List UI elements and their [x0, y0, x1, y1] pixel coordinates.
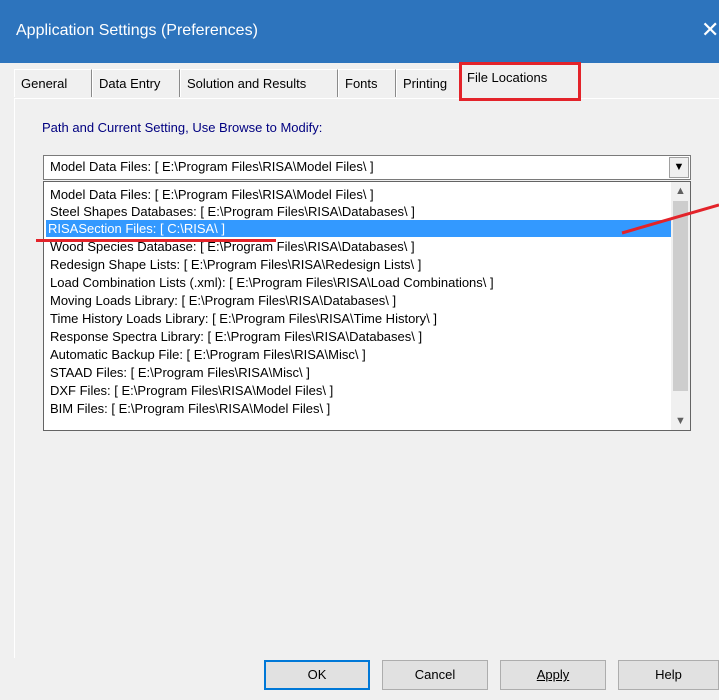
tab-solution-and-results[interactable]: Solution and Results — [180, 69, 338, 97]
list-item[interactable]: Response Spectra Library: [ E:\Program F… — [48, 328, 670, 345]
tab-data-entry[interactable]: Data Entry — [92, 69, 180, 97]
list-item[interactable]: Steel Shapes Databases: [ E:\Program Fil… — [48, 203, 670, 220]
tab-fonts[interactable]: Fonts — [338, 69, 396, 97]
list-item[interactable]: Model Data Files: [ E:\Program Files\RIS… — [48, 186, 670, 203]
tab-printing[interactable]: Printing — [396, 69, 460, 97]
list-scrollbar[interactable]: ▲ ▼ — [671, 182, 690, 430]
tab-strip: General Data Entry Solution and Results … — [14, 62, 719, 101]
tab-general[interactable]: General — [14, 69, 92, 97]
annotation-underline — [36, 239, 276, 242]
list-item[interactable]: DXF Files: [ E:\Program Files\RISA\Model… — [48, 382, 670, 399]
title-bar[interactable]: Application Settings (Preferences) ✕ — [0, 0, 719, 63]
ok-button[interactable]: OK — [264, 660, 370, 690]
list-item[interactable]: STAAD Files: [ E:\Program Files\RISA\Mis… — [48, 364, 670, 381]
close-icon[interactable]: ✕ — [701, 15, 719, 45]
list-item[interactable]: Time History Loads Library: [ E:\Program… — [48, 310, 670, 327]
window-title: Application Settings (Preferences) — [16, 22, 258, 39]
dropdown-selected-value: Model Data Files: [ E:\Program Files\RIS… — [50, 159, 374, 174]
scroll-thumb[interactable] — [673, 201, 688, 391]
help-button[interactable]: Help — [618, 660, 719, 690]
application-settings-dialog: Application Settings (Preferences) ✕ Gen… — [0, 0, 719, 700]
list-item[interactable]: Moving Loads Library: [ E:\Program Files… — [48, 292, 670, 309]
cancel-button[interactable]: Cancel — [382, 660, 488, 690]
list-item[interactable]: Load Combination Lists (.xml): [ E:\Prog… — [48, 274, 670, 291]
tab-file-locations[interactable]: File Locations — [459, 62, 581, 101]
list-item-selected[interactable]: RISASection Files: [ C:\RISA\ ] — [46, 220, 672, 237]
dropdown-arrow-icon[interactable]: ▼ — [669, 157, 689, 178]
list-item[interactable]: Automatic Backup File: [ E:\Program File… — [48, 346, 670, 363]
file-location-list[interactable]: Model Data Files: [ E:\Program Files\RIS… — [43, 181, 691, 431]
scroll-down-icon[interactable]: ▼ — [671, 412, 690, 430]
path-caption: Path and Current Setting, Use Browse to … — [42, 120, 323, 135]
apply-button[interactable]: Apply — [500, 660, 606, 690]
list-item[interactable]: Redesign Shape Lists: [ E:\Program Files… — [48, 256, 670, 273]
scroll-up-icon[interactable]: ▲ — [671, 182, 690, 200]
file-location-dropdown[interactable]: Model Data Files: [ E:\Program Files\RIS… — [43, 155, 691, 180]
list-item[interactable]: BIM Files: [ E:\Program Files\RISA\Model… — [48, 400, 670, 417]
